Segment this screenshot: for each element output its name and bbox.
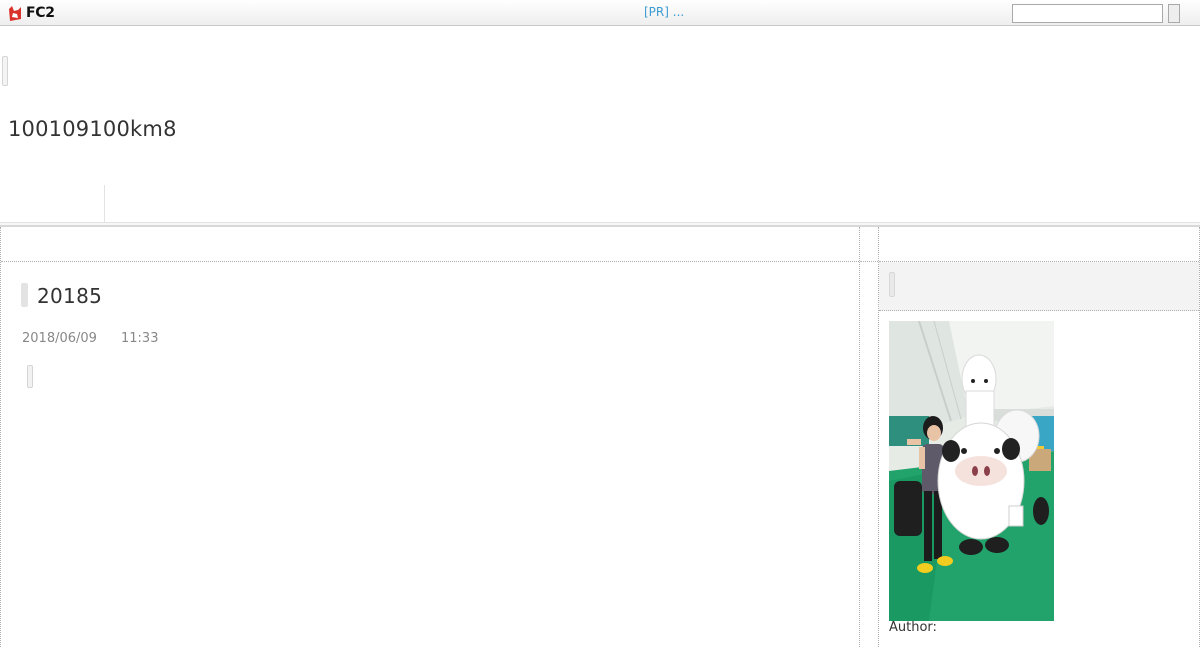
entry-title[interactable]: 20185 (37, 284, 102, 308)
header-decoration (2, 56, 8, 86)
fc2-toolbar: FC2 [PR] ... (0, 0, 1200, 26)
pr-link[interactable]: [PR] ... (644, 5, 684, 19)
blog-title[interactable]: 100109100km8 (8, 117, 177, 141)
profile-photo[interactable] (889, 321, 1054, 621)
fc2-logo[interactable]: FC2 (7, 4, 55, 22)
sidebar: Author: (879, 227, 1200, 647)
sidebar-header-marker (889, 272, 895, 297)
search-button[interactable] (1168, 4, 1180, 23)
sidebar-top-band (879, 227, 1199, 262)
sidebar-section-header (879, 262, 1199, 311)
entry-time: 11:33 (121, 331, 159, 346)
search-input[interactable] (1012, 4, 1163, 23)
main-top-band (1, 227, 859, 262)
fc2-logo-text: FC2 (26, 5, 55, 21)
entry-title-marker (21, 283, 28, 307)
fc2-fox-icon (9, 5, 21, 21)
entry-date: 2018/06/09 (22, 331, 97, 346)
global-nav (0, 185, 1200, 225)
entry-body-marker (27, 365, 33, 388)
gutter-top-band (860, 227, 878, 262)
main-column: 20185 2018/06/09 11:33 (0, 227, 860, 647)
author-label: Author: (889, 620, 937, 635)
column-gutter (860, 227, 879, 647)
nav-tab[interactable] (0, 185, 105, 223)
